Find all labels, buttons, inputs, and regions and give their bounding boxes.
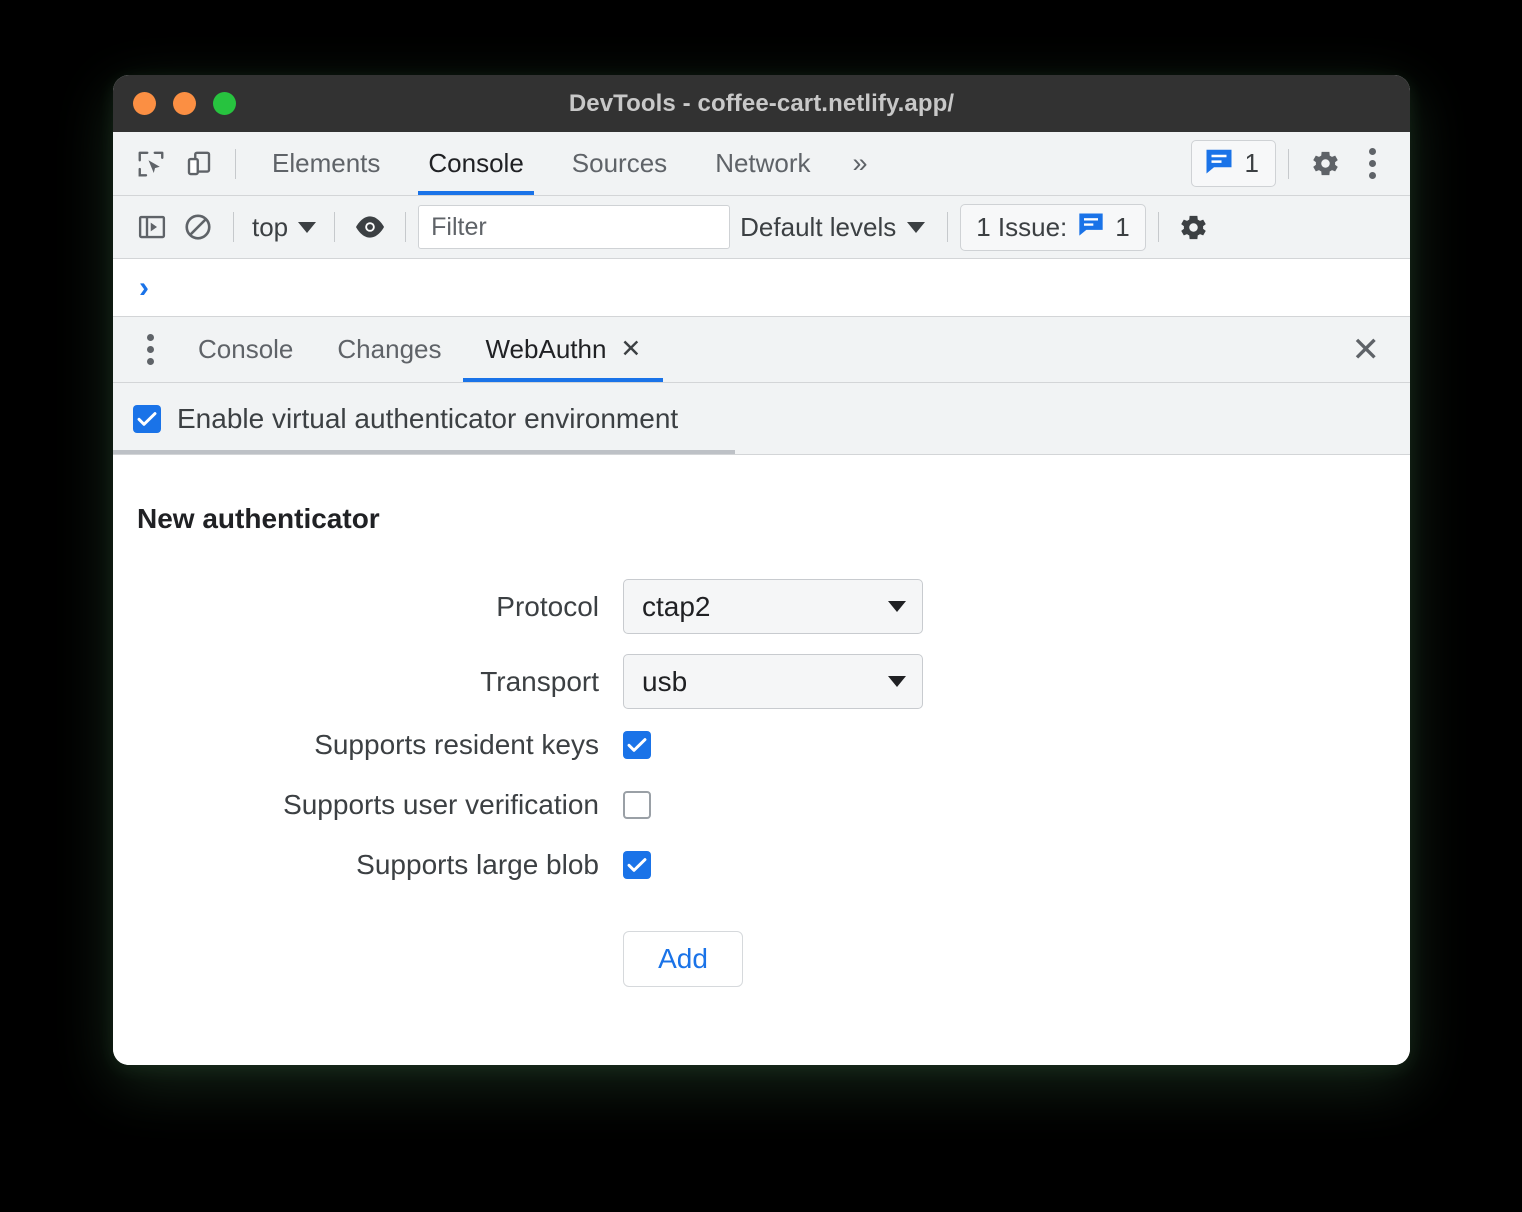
log-levels-label: Default levels xyxy=(740,211,897,242)
resident-keys-label: Supports resident keys xyxy=(314,729,599,760)
tab-elements[interactable]: Elements xyxy=(248,132,404,195)
drawer-tab-console[interactable]: Console xyxy=(176,317,315,382)
chevron-down-icon xyxy=(907,221,926,233)
gear-icon[interactable] xyxy=(1171,204,1217,250)
chevron-down-icon xyxy=(888,601,906,612)
issues-message-icon xyxy=(1077,211,1105,244)
protocol-label: Protocol xyxy=(496,590,599,622)
enable-virtual-authenticator-row[interactable]: Enable virtual authenticator environment xyxy=(113,383,1410,455)
minimize-window-button[interactable] xyxy=(173,92,196,115)
chevron-down-icon xyxy=(298,221,317,233)
console-divider-4 xyxy=(947,212,949,242)
inspect-element-icon[interactable] xyxy=(127,140,175,188)
enable-virtual-authenticator-checkbox[interactable] xyxy=(133,404,161,433)
enable-virtual-authenticator-label: Enable virtual authenticator environment xyxy=(177,402,679,434)
large-blob-checkbox[interactable] xyxy=(623,851,651,879)
filter-input[interactable] xyxy=(418,205,731,249)
close-window-button[interactable] xyxy=(133,92,156,115)
drawer-tab-console-label: Console xyxy=(198,334,294,364)
console-prompt-chevron-icon: › xyxy=(139,270,149,304)
window-controls xyxy=(133,92,236,115)
tab-network[interactable]: Network xyxy=(691,132,834,195)
clear-console-icon[interactable] xyxy=(175,204,221,250)
gear-icon[interactable] xyxy=(1301,140,1349,188)
console-prompt-row[interactable]: › xyxy=(113,259,1410,317)
tab-sources-label: Sources xyxy=(571,148,668,178)
tab-elements-label: Elements xyxy=(272,148,381,178)
resident-keys-checkbox[interactable] xyxy=(623,731,651,759)
kebab-menu-icon[interactable] xyxy=(1349,148,1396,179)
execution-context-label: top xyxy=(252,211,289,242)
console-toolbar: top Default levels 1 Issue: xyxy=(113,196,1410,259)
tab-sources[interactable]: Sources xyxy=(548,132,691,195)
issues-count: 1 xyxy=(1244,148,1259,178)
maximize-window-button[interactable] xyxy=(213,92,236,115)
log-levels-selector[interactable]: Default levels xyxy=(730,212,935,243)
large-blob-label: Supports large blob xyxy=(356,849,599,880)
console-divider-1 xyxy=(233,212,234,242)
new-authenticator-form: Protocol ctap2 Transport usb Supports re… xyxy=(113,579,1410,1007)
protocol-select[interactable]: ctap2 xyxy=(623,579,923,634)
new-authenticator-title: New authenticator xyxy=(137,503,380,534)
large-blob-row: Supports large blob xyxy=(113,849,1410,881)
live-expression-eye-icon[interactable] xyxy=(347,204,393,250)
console-divider-3 xyxy=(405,212,407,242)
console-sidebar-icon[interactable] xyxy=(129,204,175,250)
console-issues-button[interactable]: 1 Issue: 1 xyxy=(960,203,1146,251)
protocol-row: Protocol ctap2 xyxy=(113,579,1410,634)
devtools-window: DevTools - coffee-cart.netlify.app/ Elem… xyxy=(113,75,1410,1065)
device-toolbar-icon[interactable] xyxy=(175,140,223,188)
user-verification-label: Supports user verification xyxy=(283,789,599,820)
toolbar-divider-2 xyxy=(1288,148,1289,179)
toolbar-divider xyxy=(235,148,236,179)
console-divider-2 xyxy=(334,212,336,242)
title-bar: DevTools - coffee-cart.netlify.app/ xyxy=(113,75,1410,132)
drawer-tab-webauthn-label: WebAuthn xyxy=(485,334,607,364)
tab-console[interactable]: Console xyxy=(404,132,547,195)
console-divider-5 xyxy=(1157,212,1159,242)
drawer-tab-changes-label: Changes xyxy=(337,334,442,364)
transport-row: Transport usb xyxy=(113,654,1410,709)
panel-tabs: Elements Console Sources Network » xyxy=(248,132,884,195)
close-drawer-icon[interactable]: ✕ xyxy=(1352,333,1411,367)
protocol-value: ctap2 xyxy=(642,590,711,622)
window-title: DevTools - coffee-cart.netlify.app/ xyxy=(568,89,955,117)
more-panels-icon[interactable]: » xyxy=(835,148,884,179)
tab-console-label: Console xyxy=(428,148,524,178)
resident-keys-row: Supports resident keys xyxy=(113,729,1410,761)
tab-network-label: Network xyxy=(715,148,811,178)
webauthn-pane: New authenticator Protocol ctap2 Transpo… xyxy=(113,455,1410,1065)
kebab-menu-icon[interactable] xyxy=(131,334,176,365)
chevron-down-icon xyxy=(888,676,906,687)
console-issues-count: 1 xyxy=(1115,211,1130,242)
transport-value: usb xyxy=(642,665,688,697)
screen-background: DevTools - coffee-cart.netlify.app/ Elem… xyxy=(0,0,1522,1212)
add-authenticator-button[interactable]: Add xyxy=(623,931,743,987)
console-issues-label: 1 Issue: xyxy=(976,211,1068,242)
drawer-tab-bar: Console Changes WebAuthn ✕ ✕ xyxy=(113,317,1410,383)
user-verification-row: Supports user verification xyxy=(113,789,1410,821)
add-authenticator-row: Add xyxy=(113,931,1410,987)
transport-select[interactable]: usb xyxy=(623,654,923,709)
close-icon[interactable]: ✕ xyxy=(620,337,641,362)
drawer-tab-changes[interactable]: Changes xyxy=(315,317,463,382)
user-verification-checkbox[interactable] xyxy=(623,791,651,819)
main-toolbar-right: 1 xyxy=(1190,140,1410,188)
transport-label: Transport xyxy=(480,665,599,697)
execution-context-selector[interactable]: top xyxy=(246,212,322,243)
issues-badge-button[interactable]: 1 xyxy=(1190,140,1276,187)
drawer-tab-webauthn[interactable]: WebAuthn ✕ xyxy=(463,317,664,382)
main-toolbar: Elements Console Sources Network » 1 xyxy=(113,132,1410,196)
issues-message-icon xyxy=(1204,147,1234,180)
